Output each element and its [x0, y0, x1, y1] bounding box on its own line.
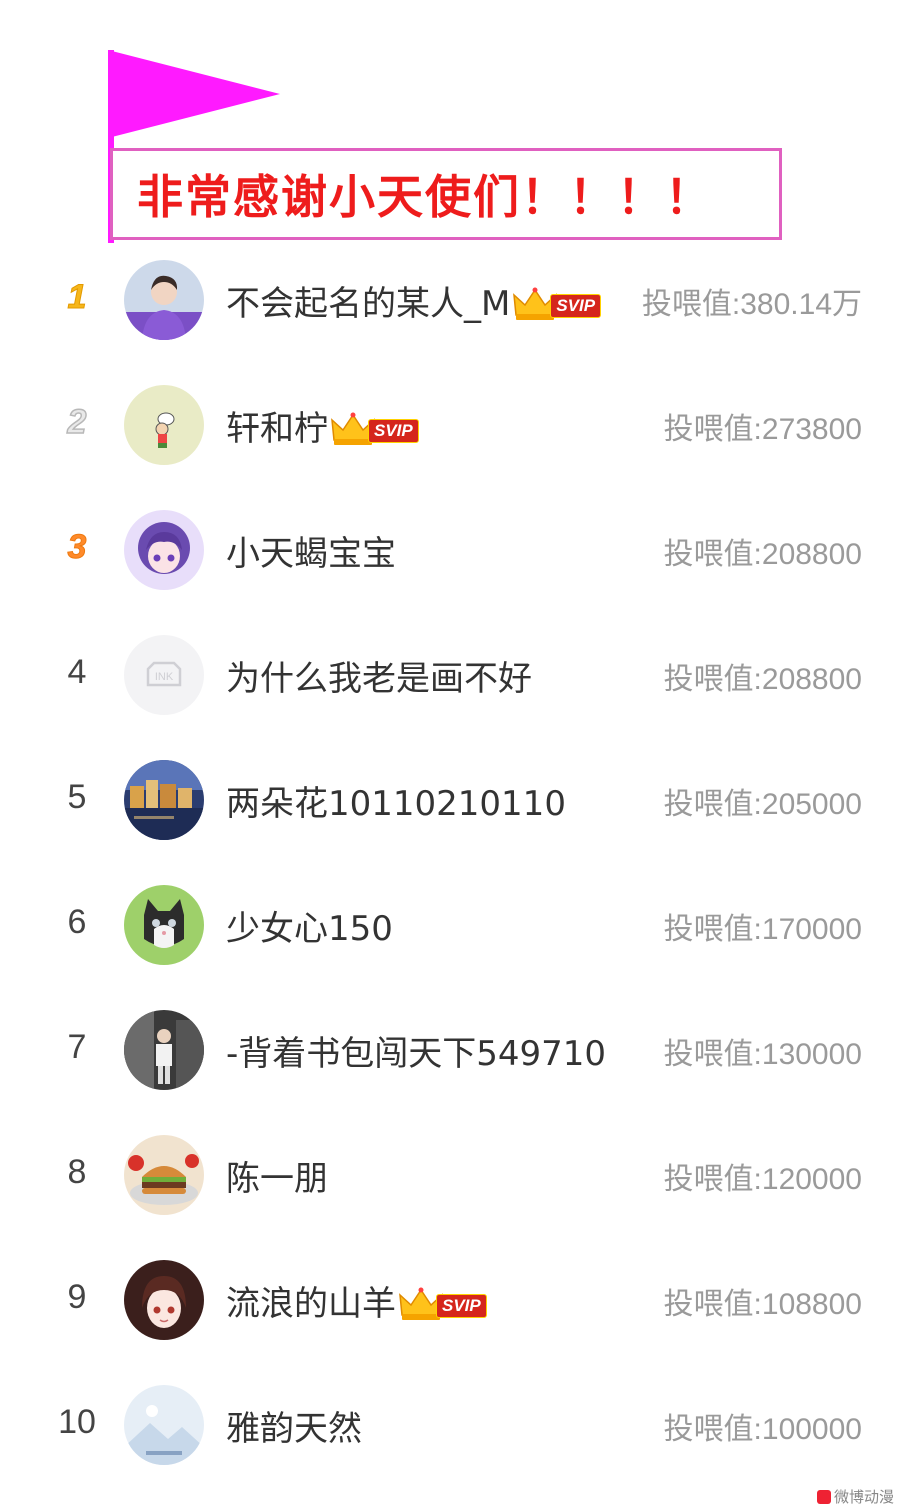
- rank-number: 7: [67, 1028, 87, 1066]
- avatar-kitten-icon: [124, 885, 204, 965]
- list-item[interactable]: 5 两朵花10110210110 投喂值:205000: [0, 750, 900, 850]
- rank-number: 5: [67, 778, 87, 816]
- avatar[interactable]: [124, 385, 204, 465]
- avatar-burger-icon: [124, 1135, 204, 1215]
- flag-icon: [108, 50, 280, 138]
- avatar-city-icon: [124, 760, 204, 840]
- feed-score: 投喂值:273800: [663, 413, 862, 446]
- avatar-anime-icon: [124, 510, 204, 590]
- feed-score: 投喂值:208800: [663, 663, 862, 696]
- rank-number: 3: [67, 528, 87, 567]
- avatar[interactable]: [124, 1135, 204, 1215]
- user-name[interactable]: -背着书包闯天下549710: [226, 1026, 606, 1075]
- list-item[interactable]: 1 不会起名的某人_M SVIP 投喂值:380.14万: [0, 250, 900, 350]
- avatar-anime-icon: [124, 1260, 204, 1340]
- user-name[interactable]: 不会起名的某人_M SVIP: [226, 276, 602, 325]
- user-name-text: 陈一朋: [226, 1159, 328, 1199]
- user-name[interactable]: 流浪的山羊 SVIP: [226, 1276, 487, 1325]
- rank-number: 6: [67, 903, 87, 941]
- rank-number: 10: [58, 1403, 96, 1441]
- feed-score: 投喂值:205000: [663, 788, 862, 821]
- user-name[interactable]: 小天蝎宝宝: [226, 526, 396, 575]
- svg-text:INK: INK: [155, 671, 174, 683]
- svip-label: SVIP: [550, 293, 602, 318]
- watermark-text: 微博动漫: [833, 1488, 894, 1506]
- list-item[interactable]: 6 少女心150 投喂值:170000: [0, 875, 900, 975]
- avatar[interactable]: [124, 260, 204, 340]
- svip-label: SVIP: [436, 1293, 487, 1318]
- avatar-person-icon: [124, 260, 204, 340]
- rank-number: 8: [67, 1153, 87, 1191]
- avatar[interactable]: [124, 1385, 204, 1465]
- svip-label: SVIP: [368, 418, 419, 443]
- avatar[interactable]: [124, 760, 204, 840]
- user-name-text: 不会起名的某人_M: [226, 284, 511, 324]
- user-name[interactable]: 陈一朋: [226, 1151, 328, 1200]
- avatar[interactable]: INK: [124, 635, 204, 715]
- user-name-text: 轩和柠: [226, 409, 328, 449]
- rank-number: 4: [67, 653, 87, 691]
- list-item[interactable]: 10 雅韵天然 投喂值:100000: [0, 1375, 900, 1475]
- avatar-person-icon: [124, 1010, 204, 1090]
- user-name-text: -背着书包闯天下549710: [226, 1034, 607, 1074]
- list-item[interactable]: 3 小天蝎宝宝 投喂值:208800: [0, 500, 900, 600]
- rank-number: 1: [67, 278, 87, 317]
- user-name[interactable]: 轩和柠 SVIP: [226, 401, 419, 450]
- user-name-text: 为什么我老是画不好: [226, 659, 532, 699]
- user-name[interactable]: 两朵花10110210110: [226, 776, 566, 825]
- list-item[interactable]: 4 INK 为什么我老是画不好 投喂值:208800: [0, 625, 900, 725]
- feed-score: 投喂值:130000: [663, 1038, 862, 1071]
- list-item[interactable]: 2 轩和柠 SVIP 投喂值:273800: [0, 375, 900, 475]
- avatar[interactable]: [124, 885, 204, 965]
- avatar-cartoon-icon: [124, 385, 204, 465]
- list-item[interactable]: 9 流浪的山羊 SVIP 投喂值:108800: [0, 1250, 900, 1350]
- user-name[interactable]: 雅韵天然: [226, 1401, 362, 1450]
- feed-score: 投喂值:120000: [663, 1163, 862, 1196]
- banner-text: 非常感谢小天使们！！！！: [137, 170, 713, 224]
- svip-badge: SVIP: [398, 1281, 487, 1321]
- thanks-banner: 非常感谢小天使们！！！！: [110, 148, 782, 240]
- avatar[interactable]: [124, 510, 204, 590]
- feed-score: 投喂值:100000: [663, 1413, 862, 1446]
- user-name-text: 流浪的山羊: [226, 1284, 396, 1324]
- user-name-text: 小天蝎宝宝: [226, 534, 396, 574]
- rank-number: 9: [67, 1278, 87, 1316]
- watermark: 微博动漫: [816, 1486, 894, 1507]
- user-name[interactable]: 为什么我老是画不好: [226, 651, 532, 700]
- list-item[interactable]: 8 陈一朋 投喂值:120000: [0, 1125, 900, 1225]
- ink-default-avatar-icon: INK: [124, 635, 204, 715]
- user-name-text: 雅韵天然: [226, 1409, 362, 1449]
- feed-score: 投喂值:208800: [663, 538, 862, 571]
- user-name-text: 少女心150: [226, 909, 393, 949]
- weibo-logo-icon: [816, 1489, 831, 1504]
- feed-score: 投喂值:108800: [663, 1288, 862, 1321]
- avatar[interactable]: [124, 1260, 204, 1340]
- feed-score: 投喂值:380.14万: [641, 288, 862, 321]
- avatar[interactable]: [124, 1010, 204, 1090]
- landscape-default-avatar-icon: [124, 1385, 204, 1465]
- rank-number: 2: [67, 402, 87, 442]
- svip-badge: SVIP: [512, 281, 602, 321]
- user-name-text: 两朵花10110210110: [226, 784, 566, 824]
- list-item[interactable]: 7 -背着书包闯天下549710 投喂值:130000: [0, 1000, 900, 1100]
- feed-score: 投喂值:170000: [663, 913, 862, 946]
- svip-badge: SVIP: [330, 406, 419, 446]
- user-name[interactable]: 少女心150: [226, 901, 393, 950]
